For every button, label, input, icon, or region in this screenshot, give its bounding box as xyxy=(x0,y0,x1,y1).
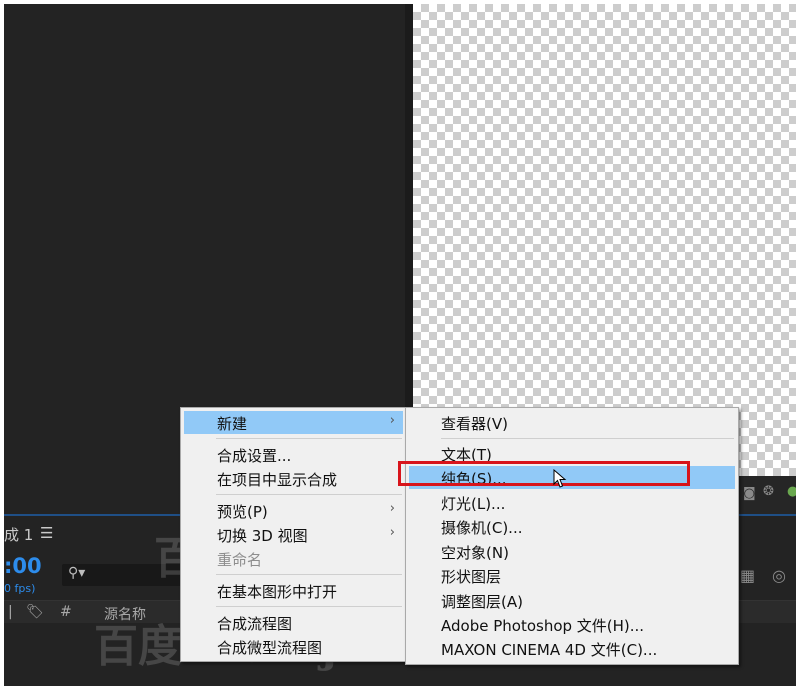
menu-item-label: 重命名 xyxy=(217,551,263,569)
submenu-item-viewer[interactable]: 查看器(V) xyxy=(409,411,735,434)
hamburger-icon[interactable]: ☰ xyxy=(40,524,53,542)
menu-item-rename: 重命名 xyxy=(184,547,403,570)
color-channel-icon[interactable]: ● xyxy=(787,484,796,499)
chevron-right-icon: › xyxy=(389,501,395,516)
submenu-item-label: Adobe Photoshop 文件(H)... xyxy=(441,617,645,635)
annotation-highlight-box xyxy=(398,461,690,486)
menu-item-switch-3d-view[interactable]: 切换 3D 视图 › xyxy=(184,523,403,546)
chevron-right-icon: › xyxy=(389,413,395,428)
motion-blur-icon[interactable]: ◎ xyxy=(772,566,786,585)
composition-viewer[interactable] xyxy=(413,4,796,476)
camera-icon[interactable]: ◙ xyxy=(743,486,756,501)
submenu-item-null-object[interactable]: 空对象(N) xyxy=(409,540,735,563)
menu-item-label: 新建 xyxy=(217,415,248,433)
submenu-item-cinema4d-file[interactable]: MAXON CINEMA 4D 文件(C)... xyxy=(409,637,735,660)
menu-separator xyxy=(216,574,402,575)
menu-separator xyxy=(216,494,402,495)
menu-separator xyxy=(441,438,734,439)
menu-item-reveal-in-project[interactable]: 在项目中显示合成 xyxy=(184,467,403,490)
submenu-item-label: 摄像机(C)... xyxy=(441,519,523,537)
menu-item-composition-settings[interactable]: 合成设置... xyxy=(184,443,403,466)
context-menu: 新建 › 合成设置... 在项目中显示合成 预览(P) › 切换 3D 视图 ›… xyxy=(180,407,407,662)
menu-separator xyxy=(216,438,402,439)
menu-item-label: 合成设置... xyxy=(217,447,292,465)
mouse-cursor-icon xyxy=(553,469,567,488)
menu-item-label: 合成流程图 xyxy=(217,615,293,633)
column-source-name[interactable]: 源名称 xyxy=(104,604,146,624)
menu-separator xyxy=(216,606,402,607)
column-number[interactable]: # xyxy=(60,604,72,620)
menu-item-label: 在基本图形中打开 xyxy=(217,583,338,601)
graph-editor-icon[interactable]: ▦ xyxy=(740,566,755,585)
menu-item-composition-mini-flowchart[interactable]: 合成微型流程图 xyxy=(184,635,403,658)
channel-icon[interactable]: ❂ xyxy=(763,484,774,499)
submenu-item-label: 形状图层 xyxy=(441,568,502,586)
menu-item-preview[interactable]: 预览(P) › xyxy=(184,499,403,522)
new-submenu: 查看器(V) 文本(T) 纯色(S)... 灯光(L)... 摄像机(C)...… xyxy=(405,407,739,665)
submenu-item-photoshop-file[interactable]: Adobe Photoshop 文件(H)... xyxy=(409,613,735,636)
menu-item-label: 在项目中显示合成 xyxy=(217,471,338,489)
column-divider: | xyxy=(8,604,13,620)
submenu-item-label: 灯光(L)... xyxy=(441,495,506,513)
submenu-item-label: 查看器(V) xyxy=(441,415,508,433)
fps-readout: 0 fps) xyxy=(4,582,36,595)
submenu-item-light[interactable]: 灯光(L)... xyxy=(409,491,735,514)
menu-item-new[interactable]: 新建 › xyxy=(184,411,403,434)
panel-divider[interactable] xyxy=(405,4,413,476)
menu-item-label: 合成微型流程图 xyxy=(217,639,323,657)
label-tag-icon[interactable]: 🏷 xyxy=(26,604,44,620)
current-timecode[interactable]: :00 xyxy=(4,554,42,578)
menu-item-composition-flowchart[interactable]: 合成流程图 xyxy=(184,611,403,634)
submenu-item-label: 调整图层(A) xyxy=(441,593,523,611)
menu-item-open-in-essential-graphics[interactable]: 在基本图形中打开 xyxy=(184,579,403,602)
chevron-right-icon: › xyxy=(389,525,395,540)
submenu-item-camera[interactable]: 摄像机(C)... xyxy=(409,515,735,538)
composition-tab-label[interactable]: 成 1 xyxy=(4,524,33,545)
search-icon: ⚲▾ xyxy=(68,565,86,581)
menu-item-label: 预览(P) xyxy=(217,503,268,521)
submenu-item-shape-layer[interactable]: 形状图层 xyxy=(409,564,735,587)
submenu-item-label: 空对象(N) xyxy=(441,544,509,562)
menu-item-label: 切换 3D 视图 xyxy=(217,527,308,545)
submenu-item-label: MAXON CINEMA 4D 文件(C)... xyxy=(441,641,658,659)
submenu-item-adjustment-layer[interactable]: 调整图层(A) xyxy=(409,589,735,612)
